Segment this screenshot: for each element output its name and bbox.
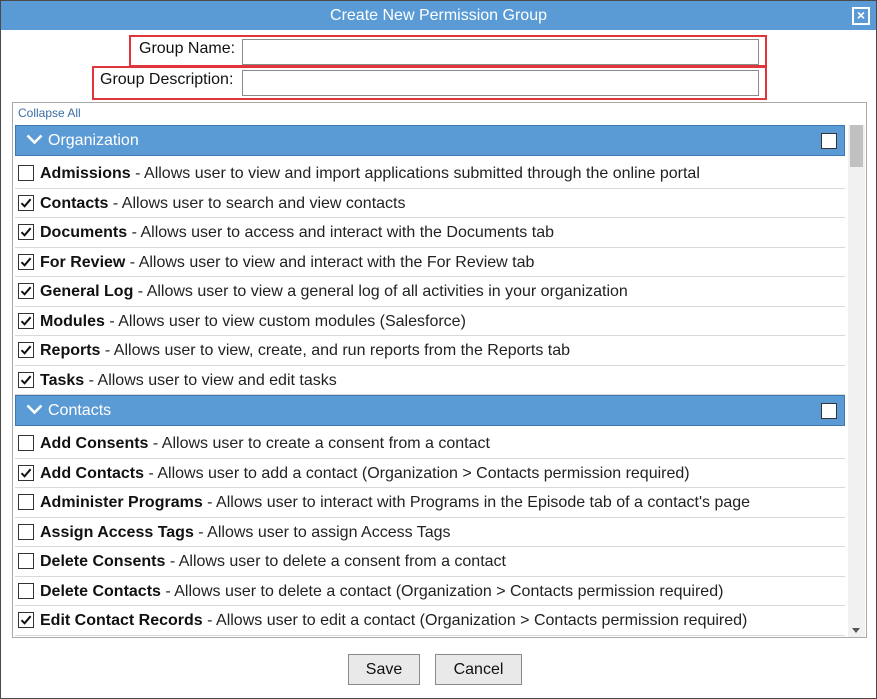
permission-row: Reports - Allows user to view, create, a… [15, 336, 845, 366]
permission-description: - Allows user to delete a consent from a… [165, 553, 506, 570]
permission-checkbox[interactable] [18, 435, 34, 451]
permission-description: - Allows user to view a general log of a… [133, 283, 628, 300]
dialog-titlebar: Create New Permission Group × [1, 1, 876, 30]
permission-name: Add Consents [40, 435, 149, 452]
permission-row: Contacts - Allows user to search and vie… [15, 189, 845, 218]
permission-name: Delete Consents [40, 553, 166, 570]
permission-description: - Allows user to add a contact (Organiza… [144, 464, 690, 482]
permission-checkbox[interactable] [18, 253, 34, 270]
permission-name: Assign Access Tags [40, 523, 194, 541]
permission-text: Reports - Allows user to view, create, a… [40, 342, 570, 360]
permission-description: - Allows user to view and interact with … [125, 253, 535, 271]
permission-row: Add Consents - Allows user to create a c… [15, 429, 845, 459]
permission-checkbox[interactable] [18, 165, 34, 181]
permission-description: - Allows user to create a consent from a… [148, 435, 490, 452]
permissions-panel: Collapse All Organization Admissions - Al… [12, 102, 867, 638]
permission-name: Administer Programs [40, 494, 203, 511]
permission-checkbox[interactable] [18, 494, 34, 510]
chevron-down-icon[interactable] [26, 404, 43, 415]
group-description-input[interactable] [242, 70, 759, 96]
permission-row: Tasks - Allows user to view and edit tas… [15, 366, 845, 395]
permission-name: Tasks [40, 371, 85, 389]
cancel-button[interactable]: Cancel [435, 654, 522, 685]
permission-checkbox[interactable] [18, 194, 34, 211]
permission-description: - Allows user to view and import applica… [130, 165, 700, 182]
permission-name: General Log [40, 283, 134, 300]
permission-checkbox[interactable] [18, 342, 34, 358]
permission-text: Assign Access Tags - Allows user to assi… [40, 524, 451, 542]
permission-row: General Log - Allows user to view a gene… [15, 277, 845, 307]
permission-checkbox[interactable] [18, 371, 34, 388]
permission-text: Administer Programs - Allows user to int… [40, 494, 750, 512]
permission-row: Administer Programs - Allows user to int… [15, 488, 845, 518]
scrollbar[interactable] [848, 125, 865, 637]
collapse-all-link[interactable]: Collapse All [18, 106, 81, 120]
permission-row: Modules - Allows user to view custom mod… [15, 307, 845, 336]
permission-name: Modules [40, 312, 105, 330]
permission-name: Add Contacts [40, 464, 144, 482]
permission-text: Add Contacts - Allows user to add a cont… [40, 465, 690, 483]
permission-text: Documents - Allows user to access and in… [40, 224, 554, 242]
section-title: Contacts [48, 402, 112, 419]
permission-checkbox[interactable] [18, 523, 34, 540]
permission-description: - Allows user to assign Access Tags [193, 523, 451, 541]
permission-description: - Allows user to view custom modules (Sa… [104, 312, 466, 330]
permission-text: Delete Consents - Allows user to delete … [40, 553, 506, 571]
permission-text: Contacts - Allows user to search and vie… [40, 195, 405, 213]
permission-name: Contacts [40, 194, 109, 212]
permission-row: Delete Contacts - Allows user to delete … [15, 577, 845, 606]
close-icon[interactable]: × [852, 7, 870, 25]
permission-checkbox[interactable] [18, 312, 34, 329]
permission-group-dialog: Create New Permission Group × Group Name… [0, 0, 877, 699]
permission-text: For Review - Allows user to view and int… [40, 254, 534, 272]
permission-row: Admissions - Allows user to view and imp… [15, 159, 845, 189]
scroll-down-arrow-icon[interactable] [852, 628, 860, 633]
permission-row: Delete Consents - Allows user to delete … [15, 547, 845, 577]
permission-row: For Review - Allows user to view and int… [15, 248, 845, 277]
permission-name: Documents [40, 224, 128, 241]
permission-text: Add Consents - Allows user to create a c… [40, 435, 490, 453]
permission-description: - Allows user to view, create, and run r… [100, 342, 570, 359]
permissions-list: Organization Admissions - Allows user to … [15, 125, 845, 636]
permission-description: - Allows user to access and interact wit… [127, 224, 554, 241]
permission-checkbox[interactable] [18, 553, 34, 569]
scrollbar-thumb[interactable] [850, 125, 863, 167]
permission-text: Edit Contact Records - Allows user to ed… [40, 612, 747, 630]
permission-checkbox[interactable] [18, 224, 34, 240]
permission-description: - Allows user to delete a contact (Organ… [160, 582, 724, 600]
permission-row: Edit Contact Records - Allows user to ed… [15, 606, 845, 636]
permission-row: Documents - Allows user to access and in… [15, 218, 845, 248]
permission-text: General Log - Allows user to view a gene… [40, 283, 628, 301]
permission-text: Modules - Allows user to view custom mod… [40, 313, 466, 331]
permission-description: - Allows user to view and edit tasks [84, 371, 337, 389]
permission-text: Delete Contacts - Allows user to delete … [40, 583, 723, 601]
permission-description: - Allows user to edit a contact (Organiz… [202, 612, 748, 629]
section-header-organization[interactable]: Organization [15, 125, 845, 156]
permission-text: Tasks - Allows user to view and edit tas… [40, 372, 337, 390]
save-button[interactable]: Save [348, 654, 420, 685]
permission-checkbox[interactable] [18, 283, 34, 299]
group-description-label: Group Description: [100, 71, 234, 88]
permission-name: Admissions [40, 165, 131, 182]
section-header-contacts[interactable]: Contacts [15, 395, 845, 426]
permission-checkbox[interactable] [18, 582, 34, 599]
permission-name: Edit Contact Records [40, 612, 203, 629]
permission-name: For Review [40, 253, 126, 271]
section-title: Organization [48, 132, 139, 149]
permission-checkbox[interactable] [18, 612, 34, 628]
group-name-input[interactable] [242, 39, 759, 65]
chevron-down-icon[interactable] [26, 134, 43, 145]
permission-description: - Allows user to interact with Programs … [202, 494, 751, 511]
section-select-all-checkbox[interactable] [821, 133, 837, 149]
permission-checkbox[interactable] [18, 464, 34, 481]
permission-row: Add Contacts - Allows user to add a cont… [15, 459, 845, 488]
permission-name: Reports [40, 342, 101, 359]
group-name-label: Group Name: [139, 40, 236, 57]
permission-name: Delete Contacts [40, 582, 161, 600]
permission-row: Assign Access Tags - Allows user to assi… [15, 518, 845, 547]
dialog-title: Create New Permission Group [330, 7, 547, 24]
permission-text: Admissions - Allows user to view and imp… [40, 165, 700, 183]
section-select-all-checkbox[interactable] [821, 403, 837, 419]
permission-description: - Allows user to search and view contact… [108, 194, 406, 212]
